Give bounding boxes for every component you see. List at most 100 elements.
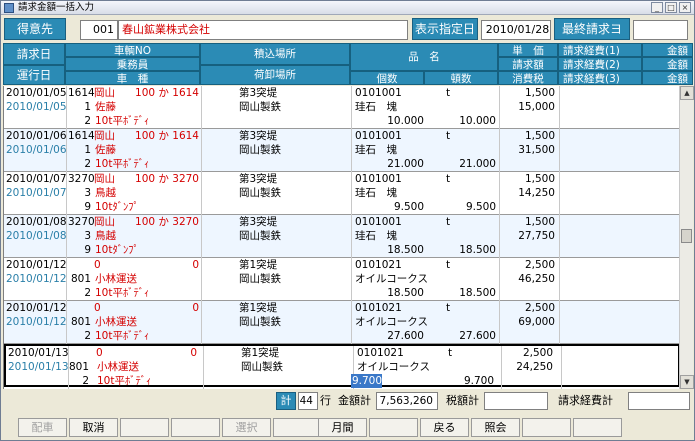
cell-type-no: 2	[84, 330, 91, 342]
table-row[interactable]: 2010/01/07 2010/01/07 3270 岡山 100 か 3270 3 鳥越 9…	[4, 172, 679, 215]
cell-unit-price[interactable]: 2,500	[525, 301, 555, 315]
cell-tonnage: 27.600	[459, 330, 496, 342]
cell-unit-price[interactable]: 1,500	[525, 172, 555, 186]
fkey-button-4[interactable]	[171, 418, 220, 437]
cell-quantity[interactable]: 18.500	[387, 243, 424, 257]
fkey-button-8[interactable]	[369, 418, 418, 437]
cell-product-unit: t	[446, 302, 451, 314]
cell-billing-amount[interactable]: 69,000	[518, 315, 555, 329]
fkey-button-3[interactable]	[120, 418, 169, 437]
cell-driver-no: 1	[84, 144, 91, 156]
cell-billing-amount[interactable]: 14,250	[518, 186, 555, 200]
fkey-button-10[interactable]: 照会	[471, 418, 520, 437]
scroll-down-icon[interactable]: ▼	[680, 375, 694, 389]
cell-billing-amount[interactable]: 46,250	[518, 272, 555, 286]
cell-product-code: 0101001	[355, 216, 402, 228]
vertical-scrollbar[interactable]: ▲ ▼	[679, 86, 694, 389]
scroll-thumb[interactable]	[681, 229, 692, 243]
cell-billing-amount[interactable]: 15,000	[518, 100, 555, 114]
cell-bill-date: 2010/01/07	[6, 173, 67, 185]
cell-driver-no: 1	[84, 101, 91, 113]
fkey-button-5[interactable]: 選択	[222, 418, 271, 437]
fkey-button-1[interactable]: 配車	[18, 418, 67, 437]
fkey-button-11[interactable]	[522, 418, 571, 437]
fkey-button-2[interactable]: 取消	[69, 418, 118, 437]
cell-loading-place: 第3突堤	[239, 216, 278, 228]
cell-product-unit: t	[446, 216, 451, 228]
cell-billing-amount[interactable]: 27,750	[518, 229, 555, 243]
cell-type-name: 10t平ﾎﾞﾃﾞｨ	[95, 158, 150, 170]
cell-product-unit: t	[446, 130, 451, 142]
cell-quantity[interactable]: 27.600	[387, 329, 424, 343]
cell-unit-price[interactable]: 2,500	[525, 258, 555, 272]
cell-driver-name: 佐藤	[95, 101, 116, 113]
invoice-grid[interactable]: 2010/01/05 2010/01/05 1614 岡山 100 か 1614 1 佐藤 2…	[3, 86, 679, 389]
cell-quantity[interactable]: 10.000	[387, 114, 424, 128]
cell-loading-place: 第3突堤	[239, 173, 278, 185]
cell-unloading-place: 岡山製鉄	[239, 101, 281, 113]
col-run-date: 運行日	[3, 65, 65, 85]
cell-loading-place: 第1突堤	[241, 347, 280, 359]
title-bar[interactable]: 請求金額一括入力 _ □ ×	[1, 1, 694, 15]
tax-total-label: 税額計	[446, 394, 479, 407]
fkey-button-9[interactable]: 戻る	[420, 418, 469, 437]
customer-label: 得意先	[4, 18, 66, 40]
column-divider	[559, 86, 560, 129]
cell-plate-no: 100 か 1614	[135, 130, 199, 142]
column-divider	[559, 301, 560, 344]
cell-unit-price[interactable]: 1,500	[525, 215, 555, 229]
close-button[interactable]: ×	[679, 2, 691, 13]
cell-plate-no: 0	[190, 347, 197, 359]
cell-product-name: 珪石 塊	[355, 230, 397, 242]
table-row[interactable]: 2010/01/12 2010/01/12 0 0 801 小林運送 2 10t平ﾎﾞﾃﾞｨ第…	[4, 301, 679, 344]
customer-name-field: 春山鉱業株式会社	[118, 20, 408, 40]
col-driver: 乗務員	[65, 57, 200, 71]
col-expense2: 請求経費(2)	[558, 57, 642, 71]
table-row[interactable]: 2010/01/13 2010/01/13 0 0 801 小林運送 2 10t平ﾎﾞﾃﾞｨ 第…	[4, 344, 679, 389]
cell-quantity[interactable]: 9.500	[394, 200, 424, 214]
cell-driver-name: 佐藤	[95, 144, 116, 156]
column-divider	[201, 215, 202, 258]
cell-billing-amount[interactable]: 31,500	[518, 143, 555, 157]
cell-product-code: 0101021	[357, 347, 404, 359]
cell-billing-amount[interactable]: 24,250	[516, 360, 553, 374]
cell-product-name: 珪石 塊	[355, 101, 397, 113]
col-amount3: 金額	[642, 71, 693, 85]
cell-tonnage: 21.000	[459, 158, 496, 170]
cell-unit-price[interactable]: 2,500	[523, 346, 553, 360]
table-row[interactable]: 2010/01/05 2010/01/05 1614 岡山 100 か 1614 1 佐藤 2…	[4, 86, 679, 129]
fkey-button-7[interactable]: 月間	[318, 418, 367, 437]
maximize-button[interactable]: □	[665, 2, 677, 13]
cell-unit-price[interactable]: 1,500	[525, 129, 555, 143]
cell-type-no: 9	[84, 201, 91, 213]
fkey-button-12[interactable]	[573, 418, 622, 437]
fkey-button-6[interactable]	[273, 418, 322, 437]
last-invoice-label: 最終請求ヨ	[554, 18, 630, 40]
table-row[interactable]: 2010/01/08 2010/01/08 3270 岡山 100 か 3270 3 鳥越 9…	[4, 215, 679, 258]
customer-code-input[interactable]: 001	[80, 20, 118, 40]
table-row[interactable]: 2010/01/06 2010/01/06 1614 岡山 100 か 1614 1 佐藤 2…	[4, 129, 679, 172]
cell-plate: 岡山	[94, 173, 115, 185]
cell-unit-price[interactable]: 1,500	[525, 86, 555, 100]
cell-quantity[interactable]: 18.500	[387, 286, 424, 300]
cell-driver-name: 小林運送	[95, 273, 137, 285]
cell-quantity[interactable]: 9.700	[350, 374, 382, 388]
cell-product-name: オイルコークス	[355, 316, 428, 328]
cell-plate-no: 100 か 3270	[135, 173, 199, 185]
table-row[interactable]: 2010/01/12 2010/01/12 0 0 801 小林運送 2 10t平ﾎﾞﾃﾞｨ第…	[4, 258, 679, 301]
minimize-button[interactable]: _	[651, 2, 663, 13]
scroll-up-icon[interactable]: ▲	[680, 86, 694, 100]
window-title: 請求金額一括入力	[18, 2, 95, 13]
column-divider	[559, 129, 560, 172]
col-tonnage: 頓数	[424, 71, 498, 85]
cell-loading-place: 第1突堤	[239, 259, 278, 271]
cell-type-name: 10t平ﾎﾞﾃﾞｨ	[97, 375, 152, 387]
cell-type-name: 10tﾀﾞﾝﾌﾟ	[95, 201, 139, 213]
cell-plate: 0	[94, 302, 101, 314]
cell-tonnage: 9.700	[463, 375, 494, 387]
cell-bill-date: 2010/01/06	[6, 130, 67, 142]
cell-product-unit: t	[446, 87, 451, 99]
cell-quantity[interactable]: 21.000	[387, 157, 424, 171]
cell-driver-no: 801	[70, 316, 91, 328]
display-date-input[interactable]: 2010/01/28	[481, 20, 551, 40]
